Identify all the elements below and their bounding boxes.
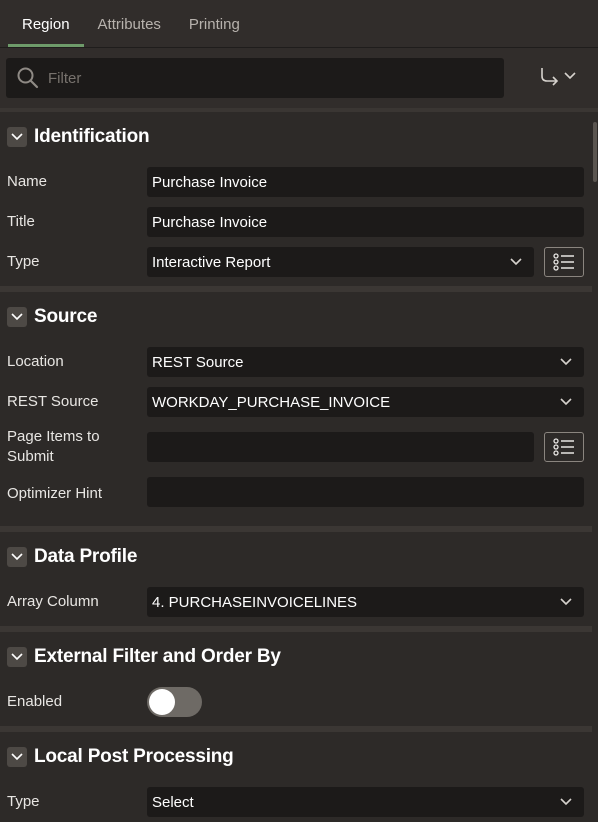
tab-attributes[interactable]: Attributes: [84, 0, 175, 47]
section-title: Local Post Processing: [34, 746, 234, 767]
section-source: Source Location REST Source REST Source …: [0, 292, 598, 532]
chevron-down-icon: [560, 398, 572, 406]
section-header-data-profile[interactable]: Data Profile: [0, 532, 598, 582]
post-type-select[interactable]: Select: [147, 787, 584, 817]
page-items-list-button[interactable]: [544, 432, 584, 462]
location-select[interactable]: REST Source: [147, 347, 584, 377]
location-select-value: REST Source: [152, 353, 244, 371]
toggle-knob: [149, 689, 175, 715]
section-header-identification[interactable]: Identification: [0, 112, 598, 162]
post-type-label: Type: [7, 793, 40, 810]
arrow-return-icon: [541, 68, 559, 86]
search-icon: [17, 67, 39, 89]
type-label: Type: [7, 253, 40, 270]
array-column-label: Array Column: [7, 593, 99, 610]
array-column-select[interactable]: 4. PURCHASEINVOICELINES: [147, 587, 584, 617]
section-identification: Identification Name Purchase Invoice Tit…: [0, 112, 598, 292]
property-row-type: Type Interactive Report: [0, 242, 598, 282]
collapse-chevron-icon[interactable]: [7, 547, 27, 567]
tab-region[interactable]: Region: [8, 0, 84, 47]
property-row-post-type: Type Select: [0, 782, 598, 822]
scrollbar-thumb[interactable]: [593, 122, 597, 182]
type-select-value: Interactive Report: [152, 253, 271, 271]
chevron-down-icon: [564, 72, 576, 80]
collapse-chevron-icon[interactable]: [7, 647, 27, 667]
go-to-group-button[interactable]: [538, 66, 576, 86]
name-field[interactable]: Purchase Invoice: [147, 167, 584, 197]
tab-printing[interactable]: Printing: [175, 0, 254, 47]
collapse-chevron-icon[interactable]: [7, 127, 27, 147]
list-icon: [553, 253, 574, 271]
rest-source-label: REST Source: [7, 393, 99, 410]
page-items-label: Page Items to Submit: [7, 428, 100, 465]
rest-source-select-value: WORKDAY_PURCHASE_INVOICE: [152, 393, 391, 411]
list-icon: [553, 438, 574, 456]
enabled-toggle[interactable]: [147, 687, 202, 717]
property-row-location: Location REST Source: [0, 342, 598, 382]
filter-bar: [0, 48, 598, 112]
type-list-button[interactable]: [544, 247, 584, 277]
type-select[interactable]: Interactive Report: [147, 247, 534, 277]
property-row-title: Title Purchase Invoice: [0, 202, 598, 242]
section-title: External Filter and Order By: [34, 646, 281, 667]
section-title: Source: [34, 306, 98, 327]
chevron-down-icon: [510, 258, 522, 266]
enabled-label: Enabled: [7, 693, 63, 710]
property-row-enabled: Enabled: [0, 682, 598, 722]
section-data-profile: Data Profile Array Column 4. PURCHASEINV…: [0, 532, 598, 632]
property-row-name: Name Purchase Invoice: [0, 162, 598, 202]
tab-bar: Region Attributes Printing: [0, 0, 598, 48]
section-title: Identification: [34, 126, 150, 147]
post-type-select-value: Select: [152, 793, 194, 811]
section-local-post-processing: Local Post Processing Type Select: [0, 732, 598, 817]
array-column-select-value: 4. PURCHASEINVOICELINES: [152, 593, 358, 611]
scrollbar[interactable]: [592, 112, 598, 805]
section-title: Data Profile: [34, 546, 138, 567]
filter-field: [6, 58, 504, 98]
collapse-chevron-icon[interactable]: [7, 307, 27, 327]
title-label: Title: [7, 213, 35, 230]
section-header-external-filter[interactable]: External Filter and Order By: [0, 632, 598, 682]
property-row-array-column: Array Column 4. PURCHASEINVOICELINES: [0, 582, 598, 622]
optimizer-hint-label: Optimizer Hint: [7, 485, 103, 502]
property-row-page-items: Page Items to Submit: [0, 422, 598, 472]
section-external-filter: External Filter and Order By Enabled: [0, 632, 598, 732]
chevron-down-icon: [560, 358, 572, 366]
location-label: Location: [7, 353, 64, 370]
section-header-local-post-processing[interactable]: Local Post Processing: [0, 732, 598, 782]
name-label: Name: [7, 173, 48, 190]
filter-input[interactable]: [46, 68, 490, 88]
property-row-optimizer-hint: Optimizer Hint: [0, 472, 598, 516]
collapse-chevron-icon[interactable]: [7, 747, 27, 767]
rest-source-select[interactable]: WORKDAY_PURCHASE_INVOICE: [147, 387, 584, 417]
title-field[interactable]: Purchase Invoice: [147, 207, 584, 237]
page-items-field[interactable]: [147, 432, 534, 462]
property-row-rest-source: REST Source WORKDAY_PURCHASE_INVOICE: [0, 382, 598, 422]
section-header-source[interactable]: Source: [0, 292, 598, 342]
optimizer-hint-field[interactable]: [147, 477, 584, 507]
chevron-down-icon: [560, 598, 572, 606]
